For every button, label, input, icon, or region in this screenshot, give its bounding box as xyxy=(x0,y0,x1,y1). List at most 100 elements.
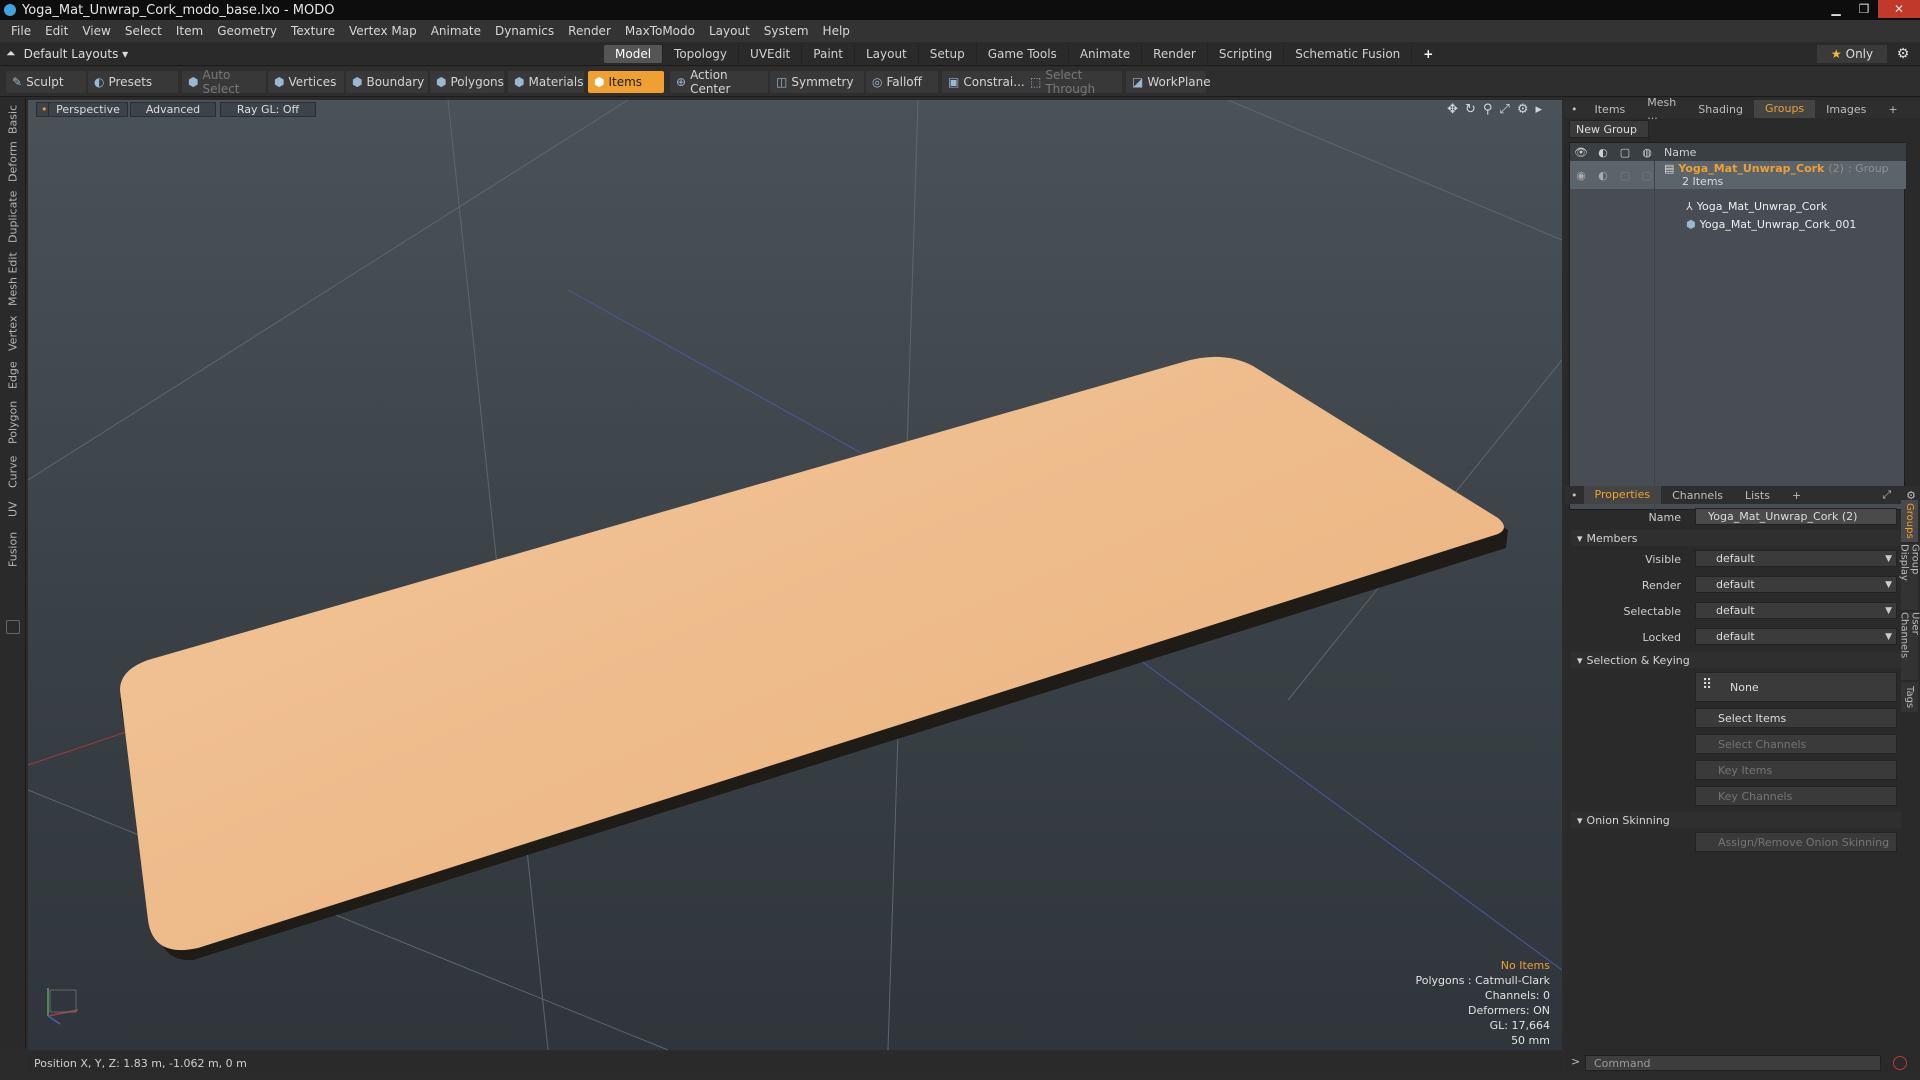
menu-file[interactable]: File xyxy=(4,24,38,38)
viewport-arrow-icon[interactable]: ▸ xyxy=(1535,102,1542,117)
name-field[interactable]: Yoga_Mat_Unwrap_Cork (2) xyxy=(1695,508,1897,525)
tab-channels[interactable]: Channels xyxy=(1661,489,1734,502)
menu-item[interactable]: Item xyxy=(169,24,210,38)
side-tab-duplicate[interactable]: Duplicate xyxy=(3,190,23,244)
falloff-button[interactable]: ◎ Falloff xyxy=(866,71,938,93)
menu-vertex-map[interactable]: Vertex Map xyxy=(342,24,424,38)
tab-scripting[interactable]: Scripting xyxy=(1208,45,1285,63)
render-dropdown[interactable]: default ▼ xyxy=(1695,576,1897,593)
command-input[interactable]: Command xyxy=(1585,1055,1881,1071)
symmetry-button[interactable]: ◫ Symmetry xyxy=(770,71,864,93)
presets-button[interactable]: ◐ Presets xyxy=(88,71,178,93)
tab-images[interactable]: Images xyxy=(1815,103,1877,116)
group-eye-icon[interactable]: ◉ xyxy=(1570,169,1592,182)
members-section[interactable]: ▾ Members xyxy=(1571,530,1901,546)
menu-layout[interactable]: Layout xyxy=(702,24,757,38)
side-tab-deform[interactable]: Deform xyxy=(3,142,23,183)
side-tab-fusion[interactable]: Fusion xyxy=(3,528,23,570)
close-button[interactable]: ✕ xyxy=(1878,0,1920,18)
menu-render[interactable]: Render xyxy=(561,24,618,38)
side-tab-polygon[interactable]: Polygon xyxy=(3,398,23,446)
pan-icon[interactable]: ✥ xyxy=(1447,102,1458,117)
group-child-row[interactable]: ⅄ Yoga_Mat_Unwrap_Cork xyxy=(1570,197,1906,215)
tab-model[interactable]: Model xyxy=(604,45,664,63)
selectable-dropdown[interactable]: default ▼ xyxy=(1695,602,1897,619)
menu-system[interactable]: System xyxy=(757,24,816,38)
menu-texture[interactable]: Texture xyxy=(284,24,342,38)
tab-schematic-fusion[interactable]: Schematic Fusion xyxy=(1284,45,1413,63)
tab-lists[interactable]: Lists xyxy=(1734,489,1781,502)
raygl-button[interactable]: Ray GL: Off xyxy=(220,102,316,117)
default-layouts-dropdown[interactable]: Default Layouts ▾ xyxy=(24,47,129,61)
menu-edit[interactable]: Edit xyxy=(38,24,75,38)
onion-skinning-section[interactable]: ▾ Onion Skinning xyxy=(1571,812,1901,828)
tab-groups[interactable]: Groups xyxy=(1753,100,1816,118)
menu-help[interactable]: Help xyxy=(816,24,857,38)
tab-shading[interactable]: Shading xyxy=(1687,103,1754,116)
boundary-button[interactable]: ⬢ Boundary xyxy=(346,71,428,93)
action-center-button[interactable]: ⊕ Action Center xyxy=(670,68,768,96)
vertices-button[interactable]: ⬢ Vertices xyxy=(268,71,344,93)
side-tab-basic[interactable]: Basic xyxy=(3,104,23,134)
record-icon[interactable] xyxy=(1893,1056,1907,1070)
panel-menu-icon[interactable]: • xyxy=(1565,103,1584,116)
tab-layout[interactable]: Layout xyxy=(855,45,919,63)
selection-keying-section[interactable]: ▾ Selection & Keying xyxy=(1571,652,1901,668)
tab-setup[interactable]: Setup xyxy=(919,45,977,63)
menu-geometry[interactable]: Geometry xyxy=(210,24,284,38)
key-channels-button[interactable]: Key Channels xyxy=(1695,786,1897,806)
group-render-icon[interactable]: ◐ xyxy=(1592,169,1614,182)
workplane-button[interactable]: ◪ WorkPlane xyxy=(1126,71,1211,93)
materials-button[interactable]: ⬢ Materials xyxy=(508,71,584,93)
tab-uvedit[interactable]: UVEdit xyxy=(739,45,803,63)
menu-view[interactable]: View xyxy=(75,24,117,38)
only-toggle[interactable]: ★ Only xyxy=(1817,45,1887,63)
side-tab-mesh-edit[interactable]: Mesh Edit xyxy=(3,252,23,306)
menu-animate[interactable]: Animate xyxy=(424,24,488,38)
menu-select[interactable]: Select xyxy=(118,24,169,38)
side-tab-uv[interactable]: UV xyxy=(3,498,23,520)
tab-render[interactable]: Render xyxy=(1142,45,1208,63)
zoom-icon[interactable]: ⚲ xyxy=(1483,102,1493,117)
tab-animate[interactable]: Animate xyxy=(1069,45,1143,63)
sculpt-button[interactable]: ✎ Sculpt xyxy=(6,71,86,93)
menu-dynamics[interactable]: Dynamics xyxy=(488,24,561,38)
key-items-button[interactable]: Key Items xyxy=(1695,760,1897,780)
add-properties-tab-button[interactable]: + xyxy=(1781,489,1812,502)
side-tab-vertex[interactable]: Vertex xyxy=(3,314,23,352)
side-tab-groups[interactable]: Groups xyxy=(1901,500,1918,542)
3d-viewport[interactable]: • Perspective Advanced Ray GL: Off ✥ ↻ ⚲… xyxy=(28,100,1562,1050)
items-button[interactable]: ⬢ Items xyxy=(588,71,664,93)
side-tab-tags[interactable]: Tags xyxy=(1901,682,1918,712)
maximize-view-icon[interactable]: ⤢ xyxy=(1499,102,1509,117)
selection-set-none[interactable]: ⠿ None xyxy=(1695,672,1897,702)
viewport-gear-icon[interactable]: ⚙ xyxy=(1517,102,1529,117)
side-tab-user-channels[interactable]: User Channels xyxy=(1899,612,1920,680)
add-tab-button[interactable]: + xyxy=(1412,45,1444,63)
panel-expand-icon[interactable]: ⤢ xyxy=(1909,102,1920,116)
perspective-button[interactable]: Perspective xyxy=(48,102,128,117)
select-items-button[interactable]: Select Items xyxy=(1695,708,1897,728)
advanced-shading-button[interactable]: Advanced xyxy=(130,102,216,117)
layout-toggle-icon[interactable]: ⏶ xyxy=(6,46,16,61)
select-channels-button[interactable]: Select Channels xyxy=(1695,734,1897,754)
tab-properties[interactable]: Properties xyxy=(1583,486,1662,504)
side-tab-group-display[interactable]: Group Display xyxy=(1899,544,1920,610)
layout-gear-icon[interactable]: ⚙ xyxy=(1893,45,1913,63)
group-row[interactable]: ◉ ◐ ▢ ▢ ▤ Yoga_Mat_Unwrap_Cork (2) : Gro… xyxy=(1570,161,1906,189)
locked-dropdown[interactable]: default ▼ xyxy=(1695,628,1897,645)
new-group-button[interactable]: New Group xyxy=(1569,120,1649,138)
side-tab-curve[interactable]: Curve xyxy=(3,454,23,490)
auto-select-button[interactable]: ⬢ Auto Select xyxy=(182,68,266,96)
tab-game-tools[interactable]: Game Tools xyxy=(977,45,1069,63)
side-expand-icon[interactable] xyxy=(6,620,20,634)
visible-dropdown[interactable]: default ▼ xyxy=(1695,550,1897,567)
rotate-icon[interactable]: ↻ xyxy=(1465,102,1476,117)
add-panel-tab-button[interactable]: + xyxy=(1877,103,1908,116)
assign-onion-skinning-button[interactable]: Assign/Remove Onion Skinning xyxy=(1695,832,1897,852)
tab-mesh[interactable]: Mesh ... xyxy=(1636,96,1687,122)
side-tab-edge[interactable]: Edge xyxy=(3,360,23,390)
group-lock-icon[interactable]: ▢ xyxy=(1614,169,1636,182)
properties-menu-icon[interactable]: • xyxy=(1565,489,1584,502)
menu-maxtomodo[interactable]: MaxToModo xyxy=(618,24,702,38)
